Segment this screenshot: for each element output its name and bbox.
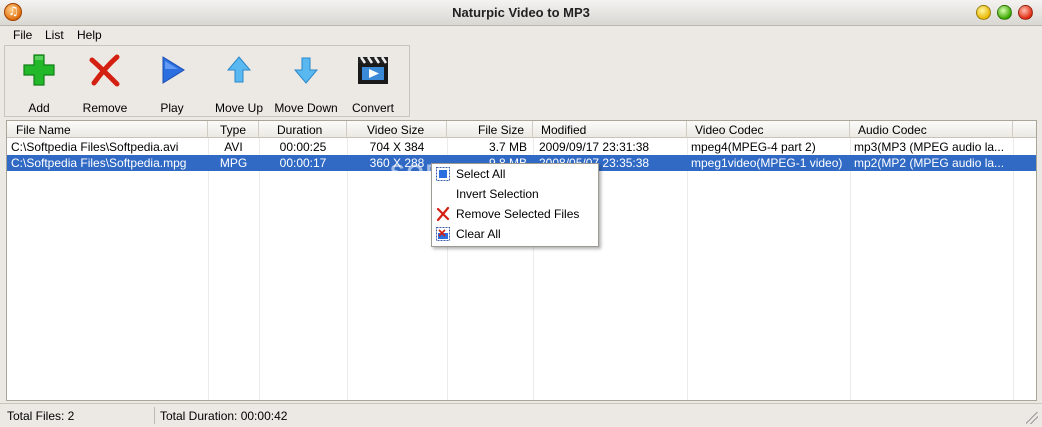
column-video-size[interactable]: Video Size xyxy=(347,121,447,138)
menu-select-all[interactable]: Select All xyxy=(432,164,598,184)
play-button[interactable]: Play xyxy=(139,46,205,116)
clear-all-label: Clear All xyxy=(456,227,501,241)
remove-selected-files-label: Remove Selected Files xyxy=(456,207,580,221)
menu-invert-selection[interactable]: Invert Selection xyxy=(432,184,598,204)
clapperboard-icon xyxy=(358,56,388,84)
menu-file[interactable]: File xyxy=(13,28,32,42)
red-x-icon xyxy=(89,54,120,87)
column-divider xyxy=(208,138,209,400)
cell-duration: 00:00:25 xyxy=(279,140,327,154)
cell-file-name: C:\Softpedia Files\Softpedia.mpg xyxy=(11,156,187,170)
title-bar: Naturpic Video to MP3 xyxy=(0,0,1042,26)
column-duration[interactable]: Duration xyxy=(259,121,347,138)
column-type[interactable]: Type xyxy=(208,121,259,138)
menu-clear-all[interactable]: Clear All xyxy=(432,224,598,244)
column-audio-codec[interactable]: Audio Codec xyxy=(850,121,1013,138)
column-divider xyxy=(850,138,851,400)
cell-audio-codec: mp3(MP3 (MPEG audio la... xyxy=(854,140,1005,154)
column-divider xyxy=(687,138,688,400)
cell-type: MPG xyxy=(219,156,248,170)
context-menu: Select All Invert Selection Remove Selec… xyxy=(431,163,599,247)
table-header: File Name Type Duration Video Size File … xyxy=(7,121,1036,138)
column-file-name[interactable]: File Name xyxy=(7,121,208,138)
toolbar: Add Remove Play Move Up Move Down Conver… xyxy=(4,45,410,117)
play-label: Play xyxy=(160,101,184,115)
clear-all-icon xyxy=(436,227,450,241)
menu-remove-selected-files[interactable]: Remove Selected Files xyxy=(432,204,598,224)
cell-file-name: C:\Softpedia Files\Softpedia.avi xyxy=(11,140,179,154)
add-label: Add xyxy=(28,101,50,115)
add-button[interactable]: Add xyxy=(6,46,72,116)
maximize-button[interactable] xyxy=(997,5,1012,20)
cell-video-codec: mpeg1video(MPEG-1 video) xyxy=(691,156,843,170)
column-divider xyxy=(259,138,260,400)
column-file-size[interactable]: File Size xyxy=(447,121,533,138)
move-up-label: Move Up xyxy=(214,101,264,115)
status-separator xyxy=(154,407,155,424)
red-x-icon xyxy=(436,207,450,221)
remove-label: Remove xyxy=(82,101,128,115)
minimize-button[interactable] xyxy=(976,5,991,20)
total-files: Total Files: 2 xyxy=(7,409,75,423)
cell-file-size: 3.7 MB xyxy=(488,140,527,154)
select-all-label: Select All xyxy=(456,167,506,181)
move-up-button[interactable]: Move Up xyxy=(206,46,272,116)
move-down-button[interactable]: Move Down xyxy=(273,46,339,116)
move-down-label: Move Down xyxy=(274,101,338,115)
window-title: Naturpic Video to MP3 xyxy=(452,5,590,20)
convert-label: Convert xyxy=(351,101,395,115)
cell-audio-codec: mp2(MP2 (MPEG audio la... xyxy=(854,156,1005,170)
play-icon xyxy=(162,56,185,84)
column-filler xyxy=(1013,121,1036,138)
table-row[interactable]: C:\Softpedia Files\Softpedia.avi AVI 00:… xyxy=(7,139,1036,155)
menu-help[interactable]: Help xyxy=(77,28,102,42)
close-button[interactable] xyxy=(1018,5,1033,20)
menu-bar: File List Help xyxy=(0,26,1042,44)
column-divider xyxy=(347,138,348,400)
resize-grip-icon[interactable] xyxy=(1026,412,1038,424)
cell-type: AVI xyxy=(224,140,243,154)
cell-modified: 2009/09/17 23:31:38 xyxy=(539,140,650,154)
menu-list[interactable]: List xyxy=(45,28,64,42)
convert-button[interactable]: Convert xyxy=(340,46,406,116)
column-divider xyxy=(1013,138,1014,400)
column-modified[interactable]: Modified xyxy=(533,121,687,138)
select-all-icon xyxy=(436,167,450,181)
cell-duration: 00:00:17 xyxy=(279,156,327,170)
arrow-up-icon xyxy=(226,56,252,83)
invert-selection-label: Invert Selection xyxy=(456,187,539,201)
cell-video-size: 704 X 384 xyxy=(369,140,425,154)
total-duration: Total Duration: 00:00:42 xyxy=(160,409,288,423)
column-video-codec[interactable]: Video Codec xyxy=(687,121,850,138)
status-bar: Total Files: 2 Total Duration: 00:00:42 xyxy=(0,403,1042,427)
arrow-down-icon xyxy=(293,57,319,84)
remove-button[interactable]: Remove xyxy=(72,46,138,116)
cell-video-codec: mpeg4(MPEG-4 part 2) xyxy=(691,140,816,154)
plus-icon xyxy=(23,54,55,86)
